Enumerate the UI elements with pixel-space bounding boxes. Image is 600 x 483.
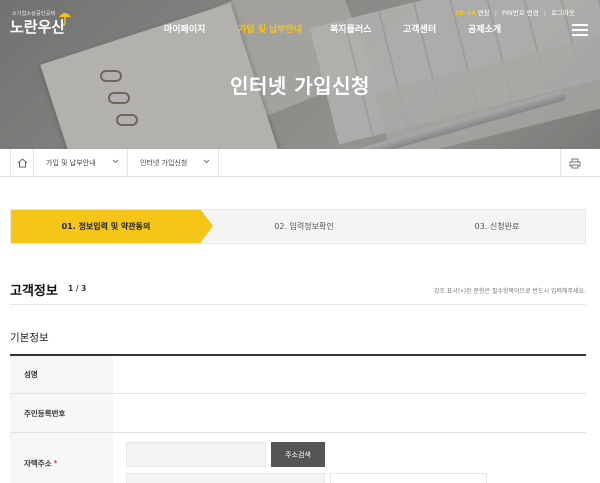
nav-about[interactable]: 공제소개 [468, 22, 501, 35]
breadcrumb-level2-label: 인터넷 가입신청 [140, 159, 188, 167]
required-mark: * [53, 459, 58, 467]
section-page-indicator: 1 / 3 [68, 284, 87, 293]
logout-link[interactable]: 로그아웃 [551, 9, 575, 17]
address-detail-input[interactable] [330, 473, 487, 483]
step-3: 03. 신청완료 [408, 210, 586, 243]
step-1: 01. 정보입력 및 약관동의 [11, 210, 213, 243]
logo[interactable]: 소기업소상공인공제 노란우산 [10, 10, 71, 37]
rrn-label-text: 주민등록번호 [24, 408, 66, 418]
step-3-label: 03. 신청완료 [474, 222, 520, 231]
breadcrumb-level2[interactable]: 인터넷 가입신청 [128, 149, 219, 177]
print-button[interactable] [560, 149, 588, 177]
pin-change-link[interactable]: PIN번호 변경 [502, 9, 539, 17]
step-1-label: 01. 정보입력 및 약관동의 [61, 222, 151, 231]
logo-title: 노란우산 [10, 18, 66, 36]
address-search-button[interactable]: 주소검색 [271, 442, 325, 467]
menu-icon[interactable] [572, 24, 588, 36]
chevron-down-icon [112, 159, 119, 164]
postcode-input[interactable] [126, 442, 266, 467]
extend-link[interactable]: 연장 [478, 9, 490, 17]
breadcrumb-level1[interactable]: 가입 및 납부안내 [34, 149, 128, 177]
nav-welfare-plus[interactable]: 복지플러스 [330, 22, 371, 35]
breadcrumb: 가입 및 납부안내 인터넷 가입신청 [0, 149, 600, 177]
required-note: 강조 표시(•)된 문항은 필수항목이므로 반드시 입력해주세요. [433, 288, 586, 295]
row-rrn: 주민등록번호 [10, 394, 586, 433]
name-label-text: 성명 [24, 370, 38, 379]
print-icon [569, 158, 580, 168]
divider: | [543, 9, 546, 17]
address-input[interactable] [126, 473, 325, 483]
breadcrumb-level1-label: 가입 및 납부안내 [46, 159, 96, 167]
step-2-label: 02. 입력정보확인 [274, 222, 334, 231]
name-label: 성명 [10, 356, 113, 393]
divider [10, 304, 586, 305]
subsection-title: 기본정보 [10, 332, 49, 344]
page-title: 인터넷 가입신청 [230, 74, 370, 98]
home-button[interactable] [10, 149, 34, 177]
step-2: 02. 입력정보확인 [214, 210, 394, 243]
umbrella-icon [59, 13, 71, 26]
nav-mypage[interactable]: 마이페이지 [164, 22, 205, 35]
address-label: 자택주소 * [10, 433, 113, 483]
step-arrow [201, 210, 213, 242]
row-name: 성명 [10, 356, 586, 394]
divider: | [494, 9, 497, 17]
nav-customer-center[interactable]: 고객센터 [403, 22, 436, 35]
utility-bar: 29:46 연장 | PIN번호 변경 | 로그아웃 [455, 7, 575, 17]
chevron-down-icon [203, 159, 210, 164]
section-title: 고객정보 [10, 284, 58, 299]
home-icon [17, 158, 27, 168]
step-indicator: 01. 정보입력 및 약관동의 02. 입력정보확인 03. 신청완료 [10, 209, 586, 244]
session-timer: 29:46 [454, 9, 476, 17]
nav-join-payment[interactable]: 가입 및 납부안내 [238, 22, 302, 35]
rrn-label: 주민등록번호 [10, 394, 113, 432]
hero-banner: 소기업소상공인공제 노란우산 29:46 연장 | PIN번호 변경 | 로그아… [0, 0, 600, 149]
address-label-text: 자택주소 [24, 458, 52, 468]
